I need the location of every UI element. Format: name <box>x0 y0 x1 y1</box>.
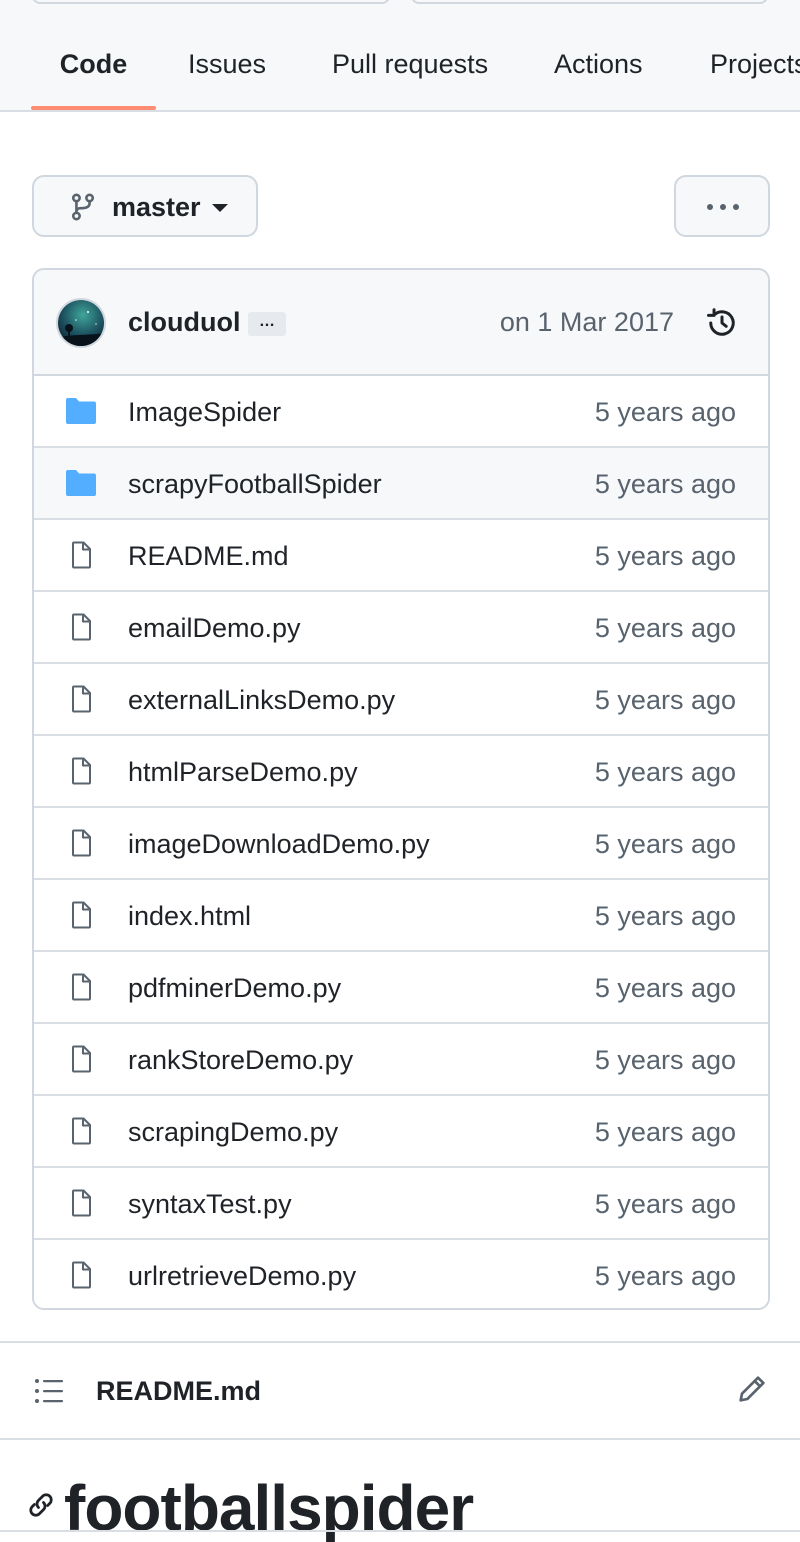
file-row[interactable]: rankStoreDemo.py 5 years ago <box>34 1024 768 1096</box>
file-icon <box>72 685 91 713</box>
file-row[interactable]: emailDemo.py 5 years ago <box>34 592 768 664</box>
last-modified: 5 years ago <box>594 541 736 571</box>
file-name-link[interactable]: scrapyFootballSpider <box>128 468 382 500</box>
tab-code[interactable]: Code <box>31 36 156 110</box>
tab-pull-requests[interactable]: Pull requests <box>332 36 488 110</box>
file-row[interactable]: scrapingDemo.py 5 years ago <box>34 1096 768 1168</box>
file-row[interactable]: externalLinksDemo.py 5 years ago <box>34 664 768 736</box>
file-icon <box>72 973 91 1001</box>
more-options-button[interactable] <box>674 175 770 237</box>
file-icon <box>72 1261 91 1289</box>
kebab-horizontal-icon <box>707 204 739 210</box>
file-row[interactable]: README.md 5 years ago <box>34 520 768 592</box>
repo-nav-bar: Code Issues Pull requests Actions Projec… <box>0 0 800 112</box>
folder-row[interactable]: ImageSpider 5 years ago <box>34 376 768 448</box>
file-name-link[interactable]: scrapingDemo.py <box>128 1116 338 1148</box>
last-modified: 5 years ago <box>594 1261 736 1291</box>
file-name-link[interactable]: rankStoreDemo.py <box>128 1044 353 1076</box>
git-branch-icon <box>71 193 95 221</box>
latest-commit-row: clouduol … on 1 Mar 2017 <box>34 270 768 376</box>
folder-icon <box>66 398 96 424</box>
tab-projects[interactable]: Projects <box>710 36 800 110</box>
last-modified: 5 years ago <box>594 1045 736 1075</box>
last-modified: 5 years ago <box>594 469 736 499</box>
last-modified: 5 years ago <box>594 757 736 787</box>
file-name-link[interactable]: htmlParseDemo.py <box>128 756 358 788</box>
list-unordered-icon[interactable] <box>34 1377 64 1405</box>
file-icon <box>72 1045 91 1073</box>
file-icon <box>72 901 91 929</box>
file-name-link[interactable]: README.md <box>128 540 289 572</box>
history-icon[interactable] <box>704 305 740 341</box>
avatar[interactable] <box>56 298 106 348</box>
readme-header: README.md <box>0 1343 800 1438</box>
file-icon <box>72 757 91 785</box>
file-name-link[interactable]: imageDownloadDemo.py <box>128 828 430 860</box>
file-icon <box>72 1189 91 1217</box>
active-tab-indicator <box>31 106 156 110</box>
file-row[interactable]: index.html 5 years ago <box>34 880 768 952</box>
folder-icon <box>66 470 96 496</box>
link-icon[interactable] <box>26 1490 56 1520</box>
top-button-stub[interactable] <box>32 0 390 4</box>
last-modified: 5 years ago <box>594 685 736 715</box>
file-icon <box>72 1117 91 1145</box>
pencil-icon[interactable] <box>736 1373 768 1405</box>
commit-message-expand-button[interactable]: … <box>248 312 286 336</box>
top-button-stub[interactable] <box>411 0 768 4</box>
file-name-link[interactable]: emailDemo.py <box>128 612 301 644</box>
readme-title: README.md <box>96 1376 262 1406</box>
folder-row[interactable]: scrapyFootballSpider 5 years ago <box>34 448 768 520</box>
branch-name: master <box>112 192 201 222</box>
file-name-link[interactable]: externalLinksDemo.py <box>128 684 395 716</box>
file-row[interactable]: syntaxTest.py 5 years ago <box>34 1168 768 1240</box>
last-modified: 5 years ago <box>594 1189 736 1219</box>
file-icon <box>72 613 91 641</box>
tab-issues[interactable]: Issues <box>188 36 266 110</box>
file-name-link[interactable]: index.html <box>128 900 251 932</box>
caret-down-icon <box>212 204 228 212</box>
last-modified: 5 years ago <box>594 829 736 859</box>
file-icon <box>72 541 91 569</box>
file-icon <box>72 829 91 857</box>
tab-actions[interactable]: Actions <box>554 36 643 110</box>
last-modified: 5 years ago <box>594 973 736 1003</box>
file-row[interactable]: urlretrieveDemo.py 5 years ago <box>34 1240 768 1308</box>
branch-selector-button[interactable]: master <box>32 175 258 237</box>
file-row[interactable]: imageDownloadDemo.py 5 years ago <box>34 808 768 880</box>
last-modified: 5 years ago <box>594 397 736 427</box>
commit-author[interactable]: clouduol <box>128 306 240 338</box>
file-row[interactable]: htmlParseDemo.py 5 years ago <box>34 736 768 808</box>
heading-underline <box>0 1530 800 1532</box>
commit-date[interactable]: on 1 Mar 2017 <box>500 306 674 338</box>
last-modified: 5 years ago <box>594 613 736 643</box>
file-browser: clouduol … on 1 Mar 2017 ImageSpider 5 ye… <box>32 268 770 1310</box>
file-name-link[interactable]: ImageSpider <box>128 396 281 428</box>
file-row[interactable]: pdfminerDemo.py 5 years ago <box>34 952 768 1024</box>
last-modified: 5 years ago <box>594 901 736 931</box>
file-name-link[interactable]: pdfminerDemo.py <box>128 972 341 1004</box>
file-name-link[interactable]: syntaxTest.py <box>128 1188 292 1220</box>
readme-content: footballspider <box>0 1440 800 1542</box>
file-name-link[interactable]: urlretrieveDemo.py <box>128 1260 356 1292</box>
last-modified: 5 years ago <box>594 1117 736 1147</box>
